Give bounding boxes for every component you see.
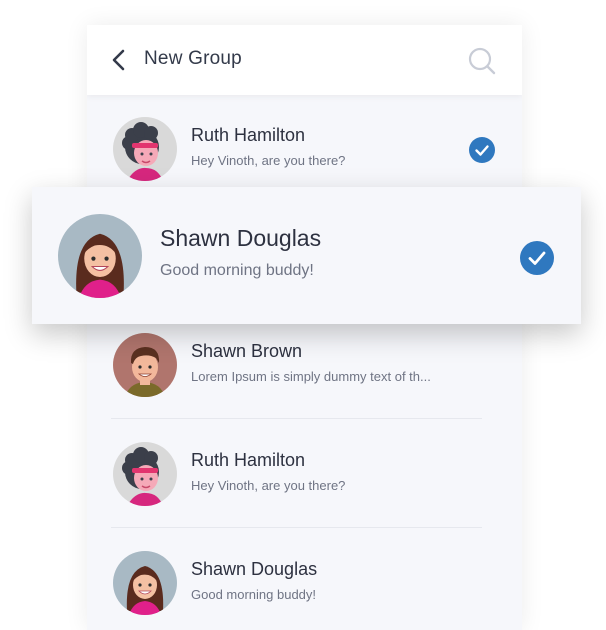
contact-message: Hey Vinoth, are you there? bbox=[191, 153, 346, 168]
divider bbox=[111, 418, 482, 419]
contact-name: Shawn Douglas bbox=[191, 559, 318, 579]
divider bbox=[111, 527, 482, 528]
app-header: New Group bbox=[87, 25, 522, 95]
contact-message: Hey Vinoth, are you there? bbox=[191, 478, 346, 493]
chevron-left-icon[interactable] bbox=[111, 49, 127, 71]
avatar bbox=[113, 442, 177, 506]
page-title: New Group bbox=[144, 48, 242, 69]
contact-row[interactable]: Ruth Hamilton Hey Vinoth, are you there? bbox=[87, 420, 522, 528]
contact-name: Shawn Douglas bbox=[160, 225, 322, 251]
contact-name: Ruth Hamilton bbox=[191, 450, 306, 470]
search-icon[interactable] bbox=[467, 46, 497, 76]
checkmark-icon[interactable] bbox=[469, 137, 495, 163]
highlighted-contact-row[interactable]: Shawn Douglas Good morning buddy! bbox=[32, 187, 581, 324]
avatar bbox=[113, 117, 177, 181]
contact-name: Ruth Hamilton bbox=[191, 125, 306, 145]
contact-message: Lorem Ipsum is simply dummy text of th..… bbox=[191, 369, 431, 384]
contact-row[interactable]: Shawn Douglas Good morning buddy! bbox=[87, 529, 522, 630]
contact-name: Shawn Brown bbox=[191, 341, 303, 361]
avatar bbox=[113, 333, 177, 397]
checkmark-icon[interactable] bbox=[520, 241, 554, 275]
contact-message: Good morning buddy! bbox=[160, 262, 314, 279]
contact-message: Good morning buddy! bbox=[191, 587, 317, 602]
avatar bbox=[58, 214, 142, 298]
new-group-screen: New Group Ruth Hamilton Hey Vinoth, are … bbox=[87, 25, 522, 630]
avatar bbox=[113, 551, 177, 615]
contact-row[interactable]: Shawn Brown Lorem Ipsum is simply dummy … bbox=[87, 311, 522, 419]
